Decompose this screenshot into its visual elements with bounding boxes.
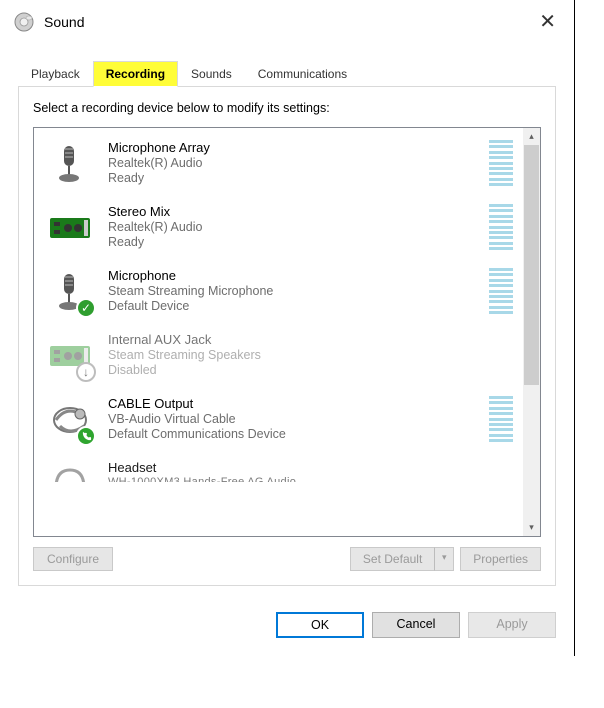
close-button[interactable]: ✕: [533, 12, 562, 32]
device-name: Headset: [108, 460, 513, 475]
device-name: Microphone: [108, 268, 481, 283]
device-row[interactable]: ↓ Internal AUX Jack Steam Streaming Spea…: [34, 326, 523, 390]
microphone-icon: ✓: [46, 268, 94, 316]
disabled-arrow-icon: ↓: [76, 362, 96, 382]
apply-button[interactable]: Apply: [468, 612, 556, 638]
instruction-text: Select a recording device below to modif…: [33, 101, 541, 115]
device-status: Disabled: [108, 363, 513, 377]
set-default-split-button[interactable]: Set Default ▾: [350, 547, 454, 571]
set-default-button[interactable]: Set Default: [350, 547, 434, 571]
device-status: Ready: [108, 171, 481, 185]
titlebar: Sound ✕: [0, 0, 574, 42]
device-subtitle: Steam Streaming Microphone: [108, 284, 481, 298]
set-default-dropdown[interactable]: ▾: [434, 547, 454, 571]
scroll-thumb[interactable]: [524, 145, 539, 385]
device-name: CABLE Output: [108, 396, 481, 411]
device-list[interactable]: Microphone Array Realtek(R) Audio Ready: [34, 128, 523, 536]
configure-button[interactable]: Configure: [33, 547, 113, 571]
ok-button[interactable]: OK: [276, 612, 364, 638]
window-title: Sound: [44, 14, 533, 30]
level-meter: [489, 268, 513, 314]
device-subtitle: WH-1000XM3 Hands-Free AG Audio: [108, 476, 513, 482]
microphone-icon: [46, 140, 94, 188]
device-status: Default Communications Device: [108, 427, 481, 441]
default-check-icon: ✓: [76, 298, 96, 318]
device-action-row: Configure Set Default ▾ Properties: [33, 547, 541, 571]
level-meter: [489, 140, 513, 186]
tab-recording[interactable]: Recording: [93, 61, 178, 87]
device-status: Default Device: [108, 299, 481, 313]
scroll-up-icon[interactable]: ▴: [523, 128, 540, 145]
device-status: Ready: [108, 235, 481, 249]
properties-button[interactable]: Properties: [460, 547, 541, 571]
device-name: Stereo Mix: [108, 204, 481, 219]
tab-content: Select a recording device below to modif…: [18, 87, 556, 586]
scroll-down-icon[interactable]: ▾: [523, 519, 540, 536]
headset-icon: [46, 460, 94, 482]
soundcard-icon: ↓: [46, 332, 94, 380]
device-name: Internal AUX Jack: [108, 332, 513, 347]
device-subtitle: Realtek(R) Audio: [108, 220, 481, 234]
cable-device-icon: [46, 396, 94, 444]
cancel-button[interactable]: Cancel: [372, 612, 460, 638]
sound-dialog: Sound ✕ Playback Recording Sounds Commun…: [0, 0, 575, 656]
level-meter: [489, 204, 513, 250]
tab-playback[interactable]: Playback: [18, 61, 93, 87]
scrollbar[interactable]: ▴ ▾: [523, 128, 540, 536]
device-row[interactable]: Headset WH-1000XM3 Hands-Free AG Audio: [34, 454, 523, 482]
device-row[interactable]: Microphone Array Realtek(R) Audio Ready: [34, 134, 523, 198]
device-subtitle: VB-Audio Virtual Cable: [108, 412, 481, 426]
device-list-container: Microphone Array Realtek(R) Audio Ready: [33, 127, 541, 537]
device-subtitle: Realtek(R) Audio: [108, 156, 481, 170]
device-subtitle: Steam Streaming Speakers: [108, 348, 513, 362]
tab-sounds[interactable]: Sounds: [178, 61, 245, 87]
device-row[interactable]: Stereo Mix Realtek(R) Audio Ready: [34, 198, 523, 262]
default-comm-icon: [76, 426, 96, 446]
dialog-footer: OK Cancel Apply: [0, 598, 574, 656]
device-row[interactable]: CABLE Output VB-Audio Virtual Cable Defa…: [34, 390, 523, 454]
device-row[interactable]: ✓ Microphone Steam Streaming Microphone …: [34, 262, 523, 326]
tab-strip: Playback Recording Sounds Communications: [18, 60, 556, 87]
soundcard-icon: [46, 204, 94, 252]
device-name: Microphone Array: [108, 140, 481, 155]
tab-communications[interactable]: Communications: [245, 61, 360, 87]
sound-icon: [12, 10, 36, 34]
level-meter: [489, 396, 513, 442]
